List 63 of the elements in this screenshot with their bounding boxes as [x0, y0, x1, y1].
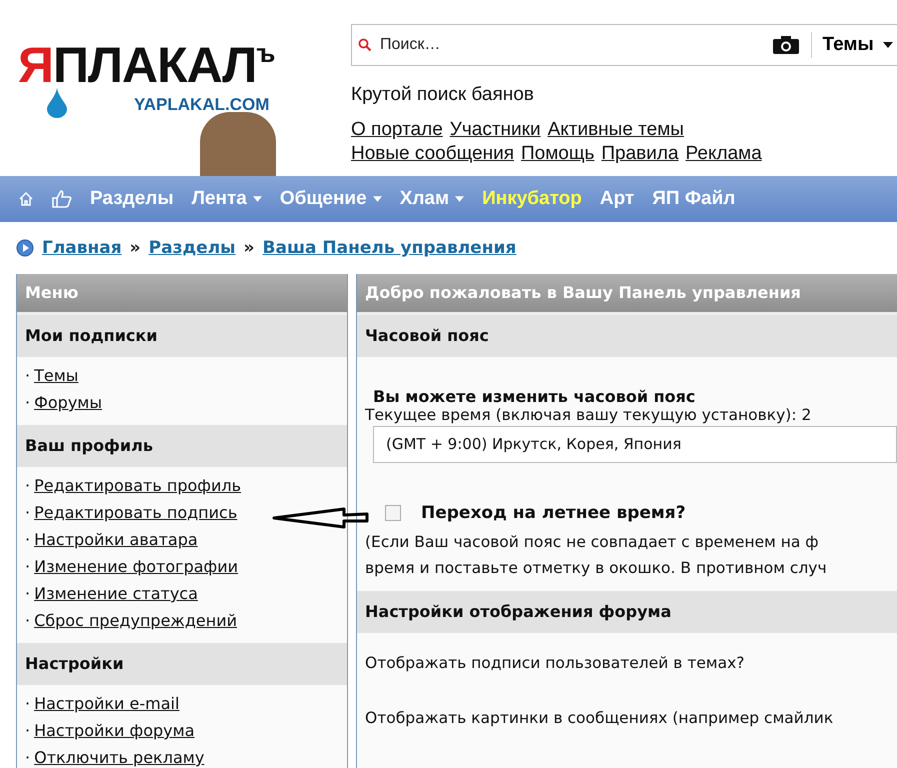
bullet: ·: [25, 557, 30, 576]
bullet: ·: [25, 503, 30, 522]
camera-icon[interactable]: [773, 36, 800, 54]
search-field[interactable]: Поиск… Темы: [351, 24, 897, 66]
bullet: ·: [25, 721, 30, 740]
thumbs-up-icon[interactable]: [52, 190, 72, 208]
bullet: ·: [25, 748, 30, 767]
section-header: Часовой пояс: [357, 315, 897, 357]
play-circle-icon: [16, 239, 34, 257]
search-icon: [358, 38, 372, 52]
section-header: Настройки отображения форума: [357, 591, 897, 633]
bullet: ·: [25, 366, 30, 385]
top-link[interactable]: О портале: [351, 119, 443, 140]
caret-icon: [883, 42, 893, 48]
menu-link[interactable]: Настройки аватара: [34, 530, 198, 549]
breadcrumb-link[interactable]: Разделы: [148, 238, 236, 258]
menu-link[interactable]: Настройки форума: [34, 721, 195, 740]
home-icon[interactable]: [18, 191, 34, 207]
menu-link[interactable]: Сброс предупреждений: [34, 611, 237, 630]
breadcrumb-link[interactable]: Главная: [42, 238, 122, 258]
note-text: время и поставьте отметку в окошко. В противном случ: [365, 558, 828, 579]
caret-icon: [372, 196, 382, 202]
panel-header: Меню: [17, 274, 347, 315]
dst-label: Переход на летнее время?: [421, 503, 686, 523]
top-link[interactable]: Участники: [450, 119, 541, 140]
timezone-heading: Вы можете изменить часовой пояс: [372, 387, 696, 406]
setting-question: Отображать картинки в сообщениях (например смайлик: [364, 708, 834, 729]
caret-icon: [455, 196, 464, 202]
menu-link[interactable]: Редактировать подпись: [34, 503, 238, 522]
menu-link[interactable]: Настройки e-mail: [34, 694, 180, 713]
bullet: ·: [25, 694, 30, 713]
top-link[interactable]: Активные темы: [548, 119, 684, 140]
section-header: Ваш профиль: [17, 425, 347, 467]
top-link[interactable]: Реклама: [686, 143, 762, 164]
checkbox[interactable]: [385, 505, 401, 521]
panel-header: Добро пожаловать в Вашу Панель управления: [357, 274, 897, 315]
breadcrumb-separator: »: [130, 238, 141, 258]
top-link[interactable]: Правила: [601, 143, 679, 164]
section-header: Настройки: [17, 643, 347, 685]
bullet: ·: [25, 476, 30, 495]
tagline-text: Крутой поиск баянов: [351, 84, 535, 106]
setting-question: Отображать подписи пользователей в темах?: [364, 653, 746, 674]
bullet: ·: [25, 584, 30, 603]
menu-link[interactable]: Редактировать профиль: [34, 476, 241, 495]
site-domain: YAPLAKAL.COM: [134, 95, 270, 115]
bullet: ·: [25, 611, 30, 630]
current-time-text: Текущее время (включая вашу текущую установку): 2: [365, 406, 812, 424]
timezone-select[interactable]: (GMT + 9:00) Иркутск, Корея, Япония: [373, 426, 897, 463]
menu-link[interactable]: Темы: [34, 366, 78, 385]
breadcrumb-separator: »: [244, 238, 255, 258]
menu-link[interactable]: Отключить рекламу: [34, 748, 204, 767]
menu-link[interactable]: Изменение статуса: [34, 584, 198, 603]
caret-icon: [252, 196, 262, 202]
breadcrumb-link[interactable]: Ваша Панель управления: [262, 238, 516, 258]
menu-link[interactable]: Форумы: [34, 393, 102, 412]
top-link[interactable]: Новые сообщения: [351, 143, 514, 164]
note-text: (Если Ваш часовой пояс не совпадает с временем на ф: [365, 532, 820, 553]
bullet: ·: [25, 530, 30, 549]
menu-link[interactable]: Изменение фотографии: [34, 557, 238, 576]
top-link[interactable]: Помощь: [521, 143, 594, 164]
bullet: ·: [25, 393, 30, 412]
water-drop-icon: [47, 88, 67, 118]
section-header: Мои подписки: [17, 315, 347, 357]
